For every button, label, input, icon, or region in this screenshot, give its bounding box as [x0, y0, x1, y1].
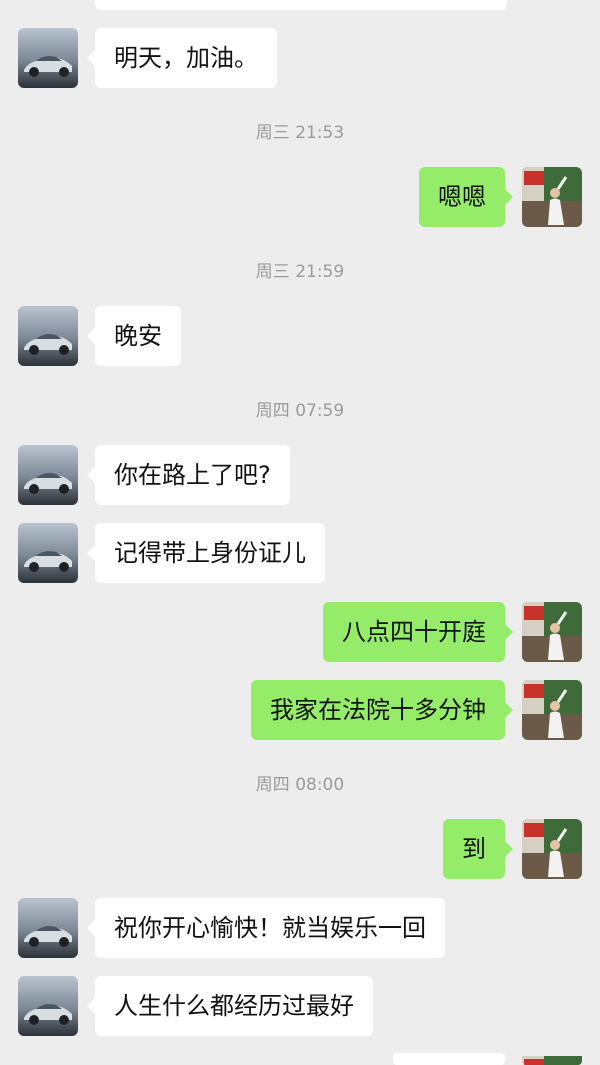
photo-avatar-icon	[522, 167, 582, 227]
outgoing-message-bubble[interactable]: 八点四十开庭	[323, 602, 513, 662]
outgoing-message-bubble[interactable]: 嗯嗯	[419, 167, 513, 227]
my-avatar[interactable]	[522, 819, 582, 879]
car-avatar-icon	[18, 28, 78, 88]
incoming-message-bubble[interactable]: 记得带上身份证儿	[87, 523, 325, 583]
photo-avatar-icon	[522, 680, 582, 740]
chat-message-list[interactable]: 明天，加油。 周三 21:53 嗯嗯 周三 21:59 晚安 周四 07:59 …	[0, 0, 600, 1065]
car-avatar-icon	[18, 523, 78, 583]
incoming-message-bubble[interactable]: 晚安	[87, 306, 181, 366]
my-avatar[interactable]	[522, 1053, 582, 1065]
incoming-message-bubble[interactable]: 祝你开心愉快！就当娱乐一回	[87, 898, 445, 958]
contact-avatar[interactable]	[18, 445, 78, 505]
photo-avatar-icon	[522, 602, 582, 662]
car-avatar-icon	[18, 306, 78, 366]
my-avatar[interactable]	[522, 167, 582, 227]
incoming-message-bubble[interactable]: 人生什么都经历过最好	[87, 976, 373, 1036]
car-avatar-icon	[18, 976, 78, 1036]
timestamp: 周三 21:59	[255, 262, 345, 282]
my-avatar[interactable]	[522, 602, 582, 662]
incoming-message-bubble[interactable]: 明天，加油。	[87, 28, 277, 88]
timestamp: 周四 07:59	[255, 401, 345, 421]
contact-avatar[interactable]	[18, 28, 78, 88]
timestamp: 周四 08:00	[255, 775, 345, 795]
contact-avatar[interactable]	[18, 523, 78, 583]
car-avatar-icon	[18, 445, 78, 505]
contact-avatar[interactable]	[18, 898, 78, 958]
contact-avatar[interactable]	[18, 976, 78, 1036]
my-avatar[interactable]	[522, 680, 582, 740]
outgoing-message-bubble[interactable]: 到	[443, 819, 513, 879]
incoming-message-bubble[interactable]: 你在路上了吧?	[87, 445, 290, 505]
photo-avatar-icon	[522, 1056, 582, 1065]
photo-avatar-icon	[522, 819, 582, 879]
timestamp: 周三 21:53	[255, 123, 345, 143]
outgoing-message-bubble[interactable]: 我家在法院十多分钟	[251, 680, 513, 740]
car-avatar-icon	[18, 898, 78, 958]
partial-message-bubble[interactable]	[95, 0, 507, 10]
partial-message-bubble[interactable]	[393, 1053, 505, 1065]
contact-avatar[interactable]	[18, 306, 78, 366]
